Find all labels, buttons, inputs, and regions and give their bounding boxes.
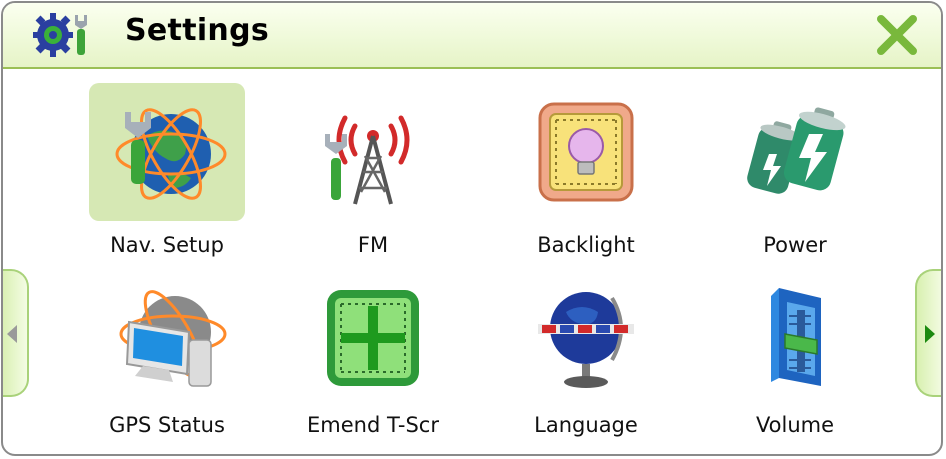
language-globe-icon (538, 292, 634, 388)
close-icon[interactable] (875, 13, 919, 57)
volume-tile[interactable] (717, 269, 873, 407)
lightbulb-icon (538, 102, 634, 202)
right-arrow-icon (925, 325, 935, 343)
fm-label[interactable]: FM (273, 233, 473, 257)
language-label[interactable]: Language (486, 413, 686, 437)
next-page-button[interactable] (915, 269, 941, 397)
emend-t-scr-label[interactable]: Emend T-Scr (273, 413, 473, 437)
crosshair-icon (327, 290, 419, 386)
volume-label[interactable]: Volume (695, 413, 895, 437)
backlight-label[interactable]: Backlight (486, 233, 686, 257)
globe-wrench-icon (115, 108, 227, 200)
power-tile[interactable] (717, 83, 873, 221)
title-bar: Settings (3, 3, 941, 69)
monitor-globe-icon (119, 290, 227, 387)
settings-grid: Nav. Setup FM Backlight Power GPS Status… (3, 69, 941, 454)
emend-t-scr-tile[interactable] (295, 269, 451, 407)
gps-status-label[interactable]: GPS Status (67, 413, 267, 437)
volume-slider-icon (771, 288, 821, 386)
prev-page-button[interactable] (3, 269, 29, 397)
language-tile[interactable] (508, 269, 664, 407)
nav-setup-label[interactable]: Nav. Setup (67, 233, 267, 257)
window-title: Settings (125, 13, 270, 48)
gps-status-tile[interactable] (89, 269, 245, 407)
power-label[interactable]: Power (695, 233, 895, 257)
fm-tile[interactable] (295, 83, 451, 221)
settings-window: Settings Nav. Setup FM Backlight Power G… (1, 1, 943, 456)
backlight-tile[interactable] (508, 83, 664, 221)
left-arrow-icon (7, 325, 17, 343)
nav-setup-tile[interactable] (89, 83, 245, 221)
antenna-tower-icon (325, 115, 410, 205)
settings-app-icon (33, 13, 87, 57)
battery-icon (747, 107, 846, 194)
